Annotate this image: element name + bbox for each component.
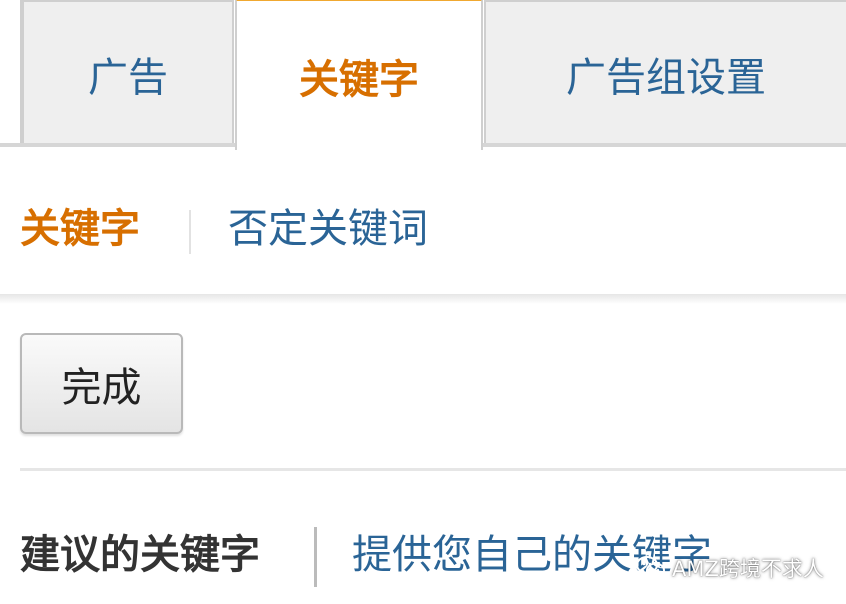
subnav-keywords[interactable]: 关键字 bbox=[20, 205, 140, 253]
keyword-subnav: 关键字 否定关键词 bbox=[0, 150, 846, 296]
tab-bar-left-edge bbox=[0, 0, 22, 145]
tab-ad-group-settings[interactable]: 广告组设置 bbox=[484, 0, 846, 145]
section-divider bbox=[20, 468, 846, 471]
done-button[interactable]: 完成 bbox=[20, 333, 183, 434]
tab-keywords[interactable]: 关键字 bbox=[235, 0, 483, 150]
watermark: AMZ跨境不求人 bbox=[636, 548, 824, 588]
subnav-bottom-shadow bbox=[0, 294, 846, 304]
campaign-tab-bar: 广告 关键字 广告组设置 bbox=[0, 0, 846, 150]
suggested-keywords-heading: 建议的关键字 bbox=[20, 532, 260, 578]
wechat-icon bbox=[636, 556, 665, 579]
subnav-negative-keywords[interactable]: 否定关键词 bbox=[228, 205, 428, 253]
tab-ad-group-settings-label: 广告组设置 bbox=[566, 54, 766, 101]
tab-ads[interactable]: 广告 bbox=[22, 0, 234, 145]
tab-ads-label: 广告 bbox=[88, 54, 168, 101]
subnav-separator bbox=[189, 210, 191, 254]
keyword-source-separator bbox=[314, 527, 317, 587]
tab-keywords-label: 关键字 bbox=[299, 56, 419, 103]
watermark-text: AMZ跨境不求人 bbox=[672, 557, 824, 581]
